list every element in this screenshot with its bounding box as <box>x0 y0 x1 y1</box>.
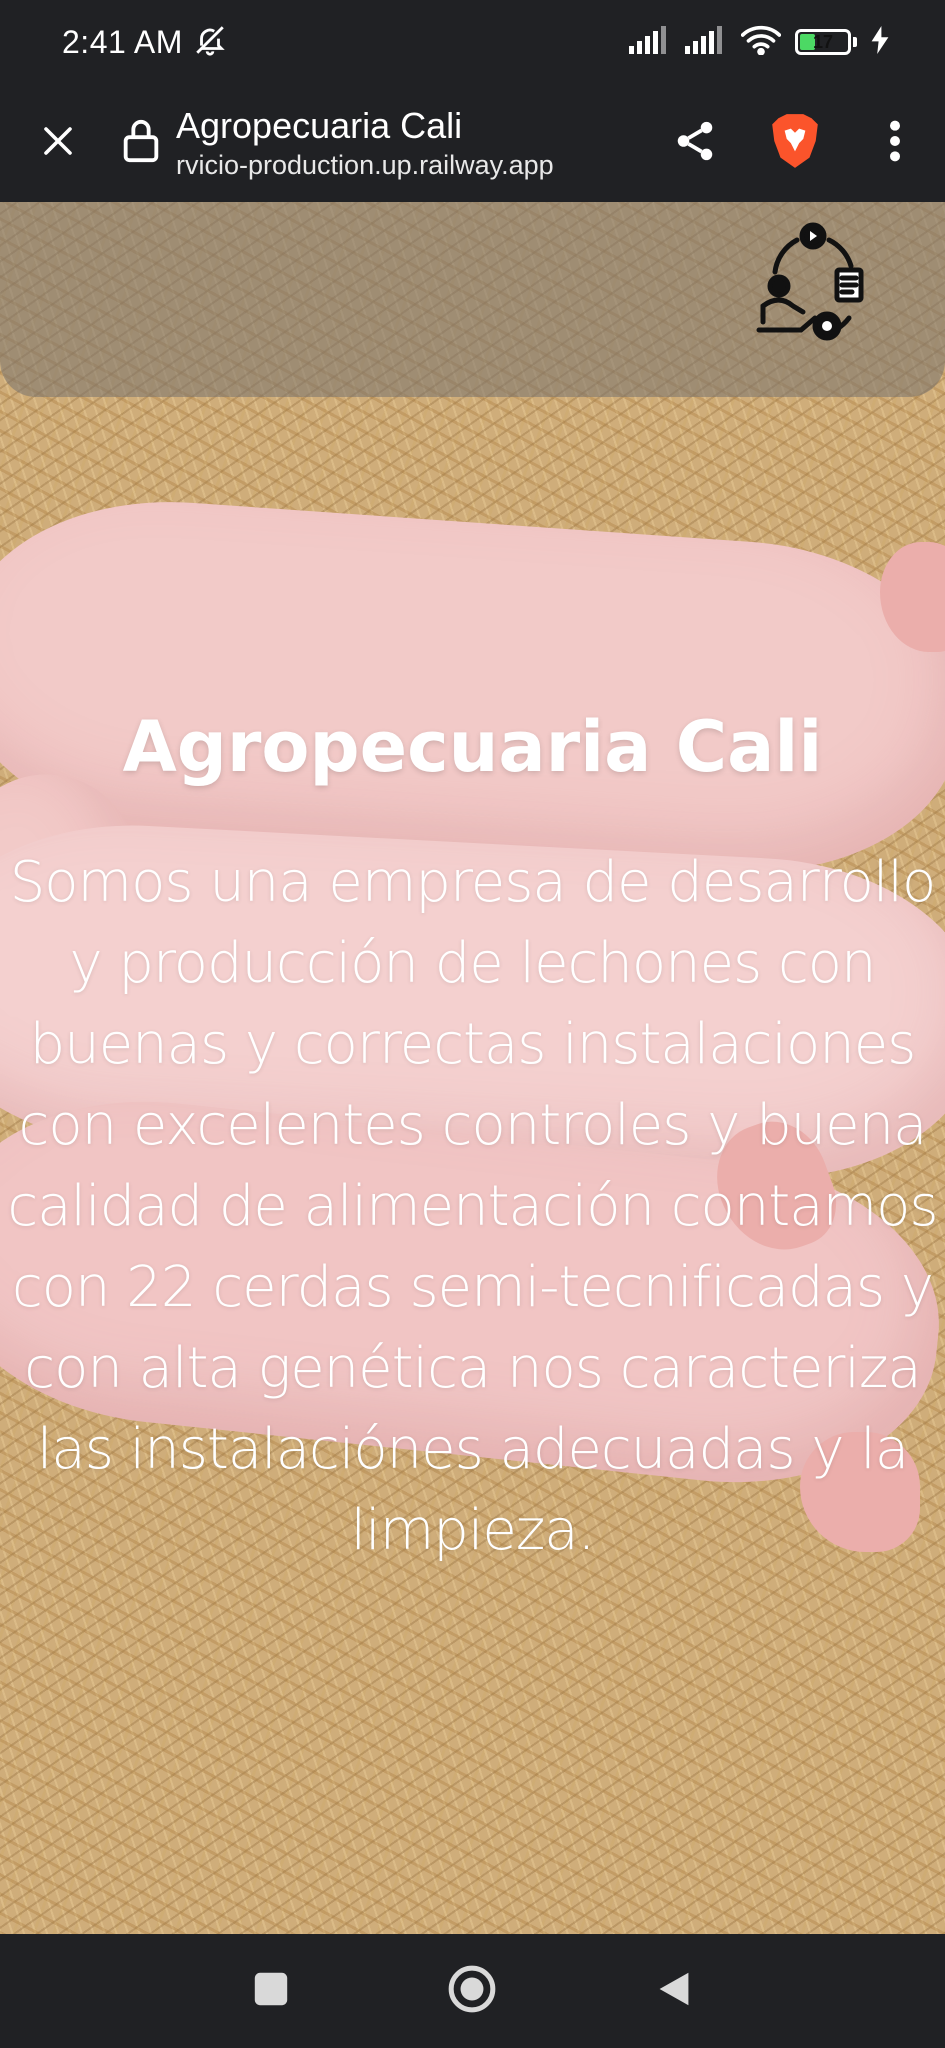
system-navigation-bar <box>0 1934 945 2048</box>
signal-icon <box>685 26 727 58</box>
status-time: 2:41 AM <box>62 23 183 60</box>
lock-icon <box>121 118 161 168</box>
home-button[interactable] <box>432 1951 512 2031</box>
back-triangle-icon <box>656 1969 692 2013</box>
bell-off-icon <box>193 23 227 61</box>
recents-button[interactable] <box>231 1951 311 2031</box>
toolbar-actions <box>645 84 945 202</box>
site-header <box>0 202 945 397</box>
brave-rewards-button[interactable] <box>745 84 845 202</box>
share-icon <box>672 116 718 170</box>
brave-lion-icon <box>770 112 820 174</box>
hero-description: Somos una empresa de desarrollo y produc… <box>7 850 938 1563</box>
status-bar: 2:41 AM 17 <box>0 0 945 84</box>
more-vert-icon <box>888 118 902 168</box>
process-logo-icon <box>752 222 874 354</box>
hero-title: Agropecuaria Cali <box>122 706 823 788</box>
web-page: Agropecuaria Cali Somos una empresa de d… <box>0 202 945 1934</box>
wifi-icon <box>740 25 782 59</box>
home-circle-icon <box>447 1964 497 2018</box>
battery-icon: 17 <box>795 29 851 55</box>
browser-toolbar: Agropecuaria Cali rvicio-production.up.r… <box>0 84 945 202</box>
address-area[interactable]: Agropecuaria Cali rvicio-production.up.r… <box>176 104 645 182</box>
back-button[interactable] <box>634 1951 714 2031</box>
menu-button[interactable] <box>845 84 945 202</box>
status-right: 17 <box>629 25 889 59</box>
site-info-button[interactable] <box>116 118 166 168</box>
page-title: Agropecuaria Cali <box>176 105 463 146</box>
close-icon <box>40 123 76 163</box>
charging-icon <box>871 26 889 58</box>
status-left: 2:41 AM <box>62 23 227 61</box>
close-tab-button[interactable] <box>0 84 116 202</box>
site-logo[interactable] <box>752 222 874 350</box>
battery-level: 17 <box>812 31 834 52</box>
share-button[interactable] <box>645 84 745 202</box>
signal-icon <box>629 26 671 58</box>
battery-nub <box>853 37 857 47</box>
recents-square-icon <box>253 1971 289 2011</box>
page-url: rvicio-production.up.railway.app <box>176 150 554 180</box>
